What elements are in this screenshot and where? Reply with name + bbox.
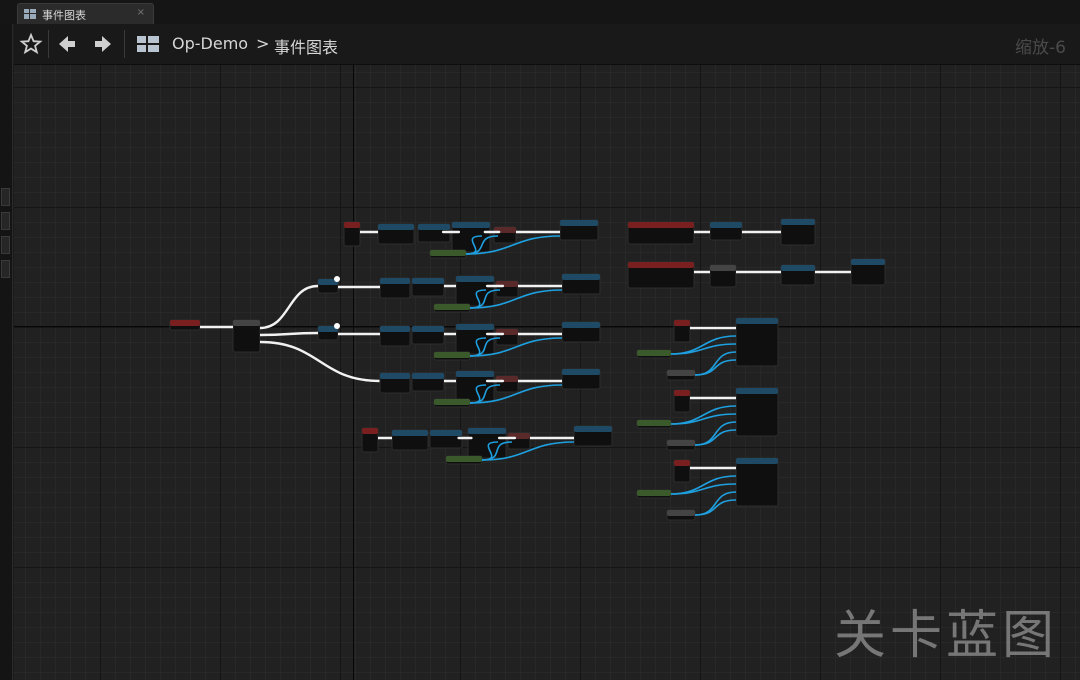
node-header[interactable] [392, 430, 428, 436]
panel-handle[interactable] [1, 260, 10, 278]
breadcrumb-current: 事件图表 [274, 38, 339, 57]
node-header[interactable] [562, 274, 600, 280]
node-header[interactable] [637, 420, 671, 426]
node-header[interactable] [560, 220, 598, 226]
node-header[interactable] [736, 318, 778, 324]
node-header[interactable] [667, 440, 695, 446]
node-graph [169, 218, 886, 521]
graph-canvas[interactable]: 关卡蓝图 [14, 65, 1080, 680]
arrow-right-icon[interactable] [90, 32, 116, 56]
node-header[interactable] [452, 222, 490, 228]
node-header[interactable] [412, 278, 444, 284]
tab-event-graph[interactable]: 事件图表 × [17, 3, 154, 24]
node-header[interactable] [446, 456, 482, 462]
data-wire [694, 421, 737, 446]
node-header[interactable] [736, 458, 778, 464]
node-header[interactable] [851, 259, 885, 265]
data-wire [694, 351, 737, 376]
panel-handle[interactable] [1, 188, 10, 206]
node-header[interactable] [710, 265, 736, 271]
node-header[interactable] [562, 322, 600, 328]
node-header[interactable] [434, 352, 470, 358]
toolbar-divider [124, 30, 125, 58]
node-header[interactable] [562, 369, 600, 375]
node-header[interactable] [628, 262, 694, 268]
node-header[interactable] [434, 304, 470, 310]
left-panel-strip [0, 24, 13, 680]
node-header[interactable] [667, 370, 695, 376]
node-header[interactable] [456, 371, 494, 377]
graph-type-watermark: 关卡蓝图 [833, 606, 1058, 666]
arrow-left-icon[interactable] [54, 32, 80, 56]
breadcrumb-root[interactable]: Op-Demo [172, 34, 248, 53]
graph-toolbar: Op-Demo > 事件图表 缩放-6 [14, 24, 1080, 65]
node-header[interactable] [380, 326, 410, 332]
reroute-node [334, 323, 340, 329]
node-header[interactable] [667, 510, 695, 516]
node-header[interactable] [574, 426, 612, 432]
node-header[interactable] [468, 428, 506, 434]
node-header[interactable] [344, 222, 360, 228]
zoom-level: 缩放-6 [1015, 38, 1066, 58]
node-body[interactable] [735, 387, 779, 437]
tab-label: 事件图表 [42, 9, 86, 22]
node-header[interactable] [170, 320, 200, 326]
star-icon[interactable] [18, 32, 44, 56]
node-header[interactable] [456, 324, 494, 330]
node-header[interactable] [380, 373, 410, 379]
blueprint-grid-icon [24, 9, 36, 19]
node-header[interactable] [781, 265, 815, 271]
node-header[interactable] [637, 490, 671, 496]
node-header[interactable] [674, 320, 690, 326]
exec-wire [259, 331, 319, 337]
node-header[interactable] [456, 276, 494, 282]
toolbar-divider [48, 30, 49, 58]
node-header[interactable] [628, 222, 694, 228]
tab-bar: 事件图表 × [0, 0, 1080, 24]
node-header[interactable] [412, 373, 444, 379]
node-header[interactable] [637, 350, 671, 356]
node-header[interactable] [430, 430, 462, 436]
exec-wire [259, 284, 319, 330]
node-header[interactable] [674, 460, 690, 466]
reroute-node [334, 276, 340, 282]
panel-handle[interactable] [1, 212, 10, 230]
node-header[interactable] [418, 224, 450, 230]
blueprint-grid-icon [137, 36, 159, 52]
node-header[interactable] [378, 224, 414, 230]
node-header[interactable] [430, 250, 466, 256]
node-header[interactable] [362, 428, 378, 434]
node-header[interactable] [380, 278, 410, 284]
node-header[interactable] [434, 399, 470, 405]
node-header[interactable] [233, 320, 260, 326]
node-body[interactable] [735, 317, 779, 367]
node-header[interactable] [781, 219, 815, 225]
data-wire [694, 491, 737, 516]
exec-wire [259, 340, 381, 383]
node-header[interactable] [710, 222, 742, 228]
node-header[interactable] [674, 390, 690, 396]
node-header[interactable] [736, 388, 778, 394]
breadcrumb-separator: > [256, 34, 270, 53]
panel-handle[interactable] [1, 236, 10, 254]
tab-close-icon[interactable]: × [137, 7, 145, 18]
node-header[interactable] [412, 326, 444, 332]
node-body[interactable] [735, 457, 779, 507]
